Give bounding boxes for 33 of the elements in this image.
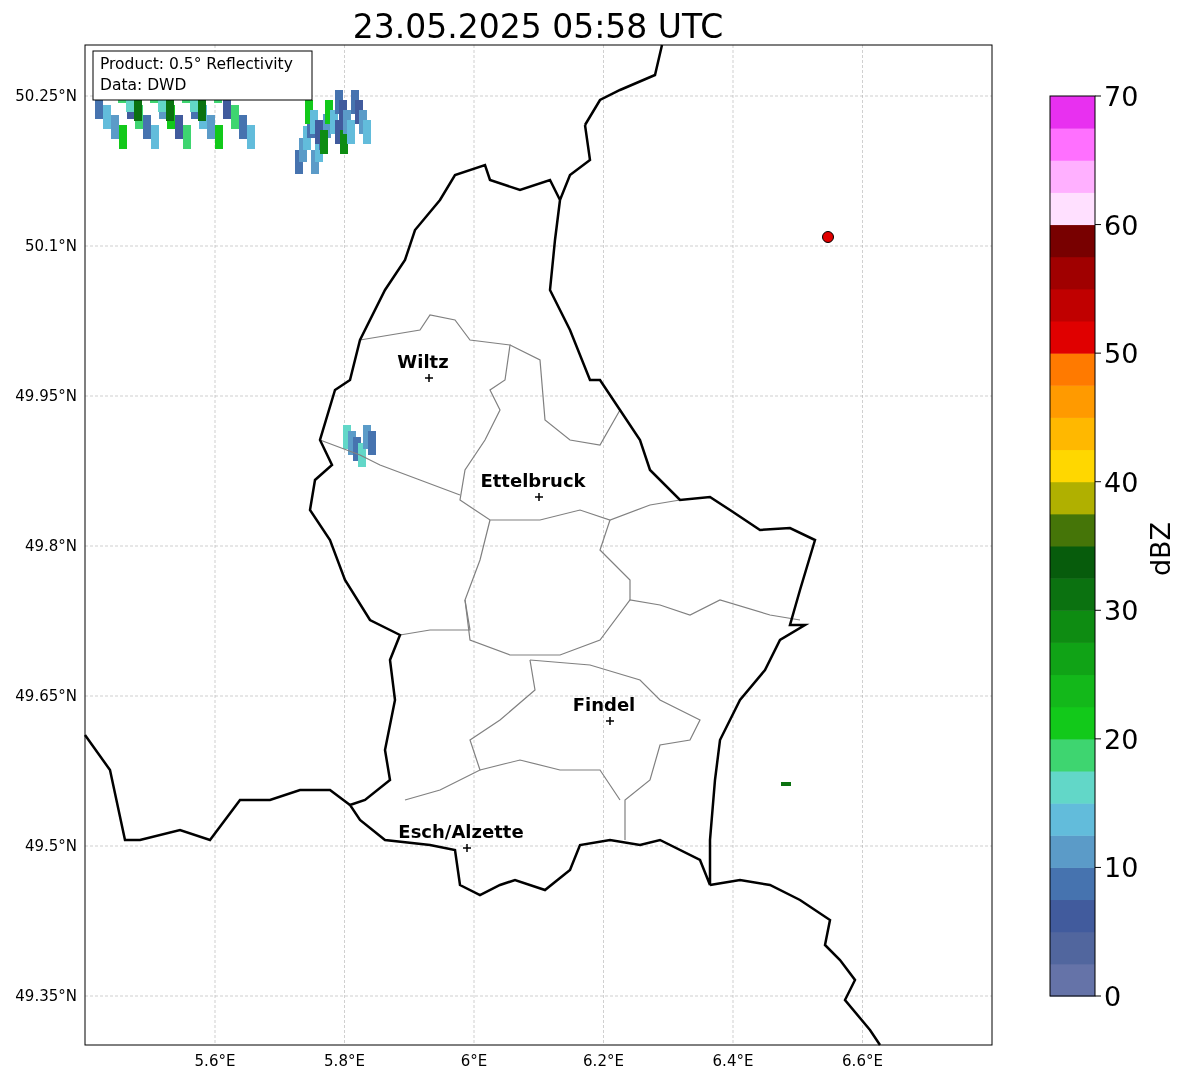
latitude-label: 49.65°N	[15, 687, 77, 705]
colorbar-tick-label: 60	[1104, 209, 1139, 241]
city-label: Ettelbruck	[480, 470, 586, 491]
city-marker-icon	[534, 492, 544, 502]
chart-title: 23.05.2025 05:58 UTC	[352, 7, 724, 46]
colorbar-tick-label: 10	[1104, 852, 1139, 884]
longitude-label: 6.6°E	[842, 1052, 883, 1070]
latitude-label: 49.35°N	[15, 987, 77, 1005]
colorbar-tick-label: 0	[1104, 981, 1122, 1012]
longitude-label: 6°E	[460, 1052, 488, 1070]
city-label: Findel	[572, 694, 636, 715]
colorbar-tick-label: 70	[1104, 81, 1139, 112]
city-label: Wiltz	[397, 351, 449, 372]
latitude-label: 49.8°N	[24, 537, 77, 555]
longitude-label: 6.2°E	[583, 1052, 624, 1070]
latitude-label: 49.5°N	[24, 837, 77, 855]
colorbar-label: dBZ	[1145, 521, 1176, 577]
longitude-label: 6.4°E	[712, 1052, 754, 1070]
colorbar-tick-label: 30	[1104, 595, 1139, 627]
latitude-label: 50.1°N	[24, 237, 77, 255]
info-text: Data: DWD	[100, 76, 187, 94]
city-label: Esch/Alzette	[398, 821, 524, 842]
latitude-label: 50.25°N	[15, 87, 77, 105]
colorbar-tick-label: 40	[1104, 466, 1139, 498]
city-marker-icon	[462, 843, 472, 853]
city-marker-icon	[605, 716, 615, 726]
longitude-label: 5.8°E	[324, 1052, 365, 1070]
info-text: Product: 0.5° Reflectivity	[100, 55, 293, 73]
latitude-label: 49.95°N	[15, 387, 77, 405]
colorbar-tick-label: 20	[1104, 723, 1139, 755]
colorbar-tick-label: 50	[1104, 338, 1139, 370]
city-marker-icon	[424, 373, 434, 383]
longitude-label: 5.6°E	[194, 1052, 236, 1070]
